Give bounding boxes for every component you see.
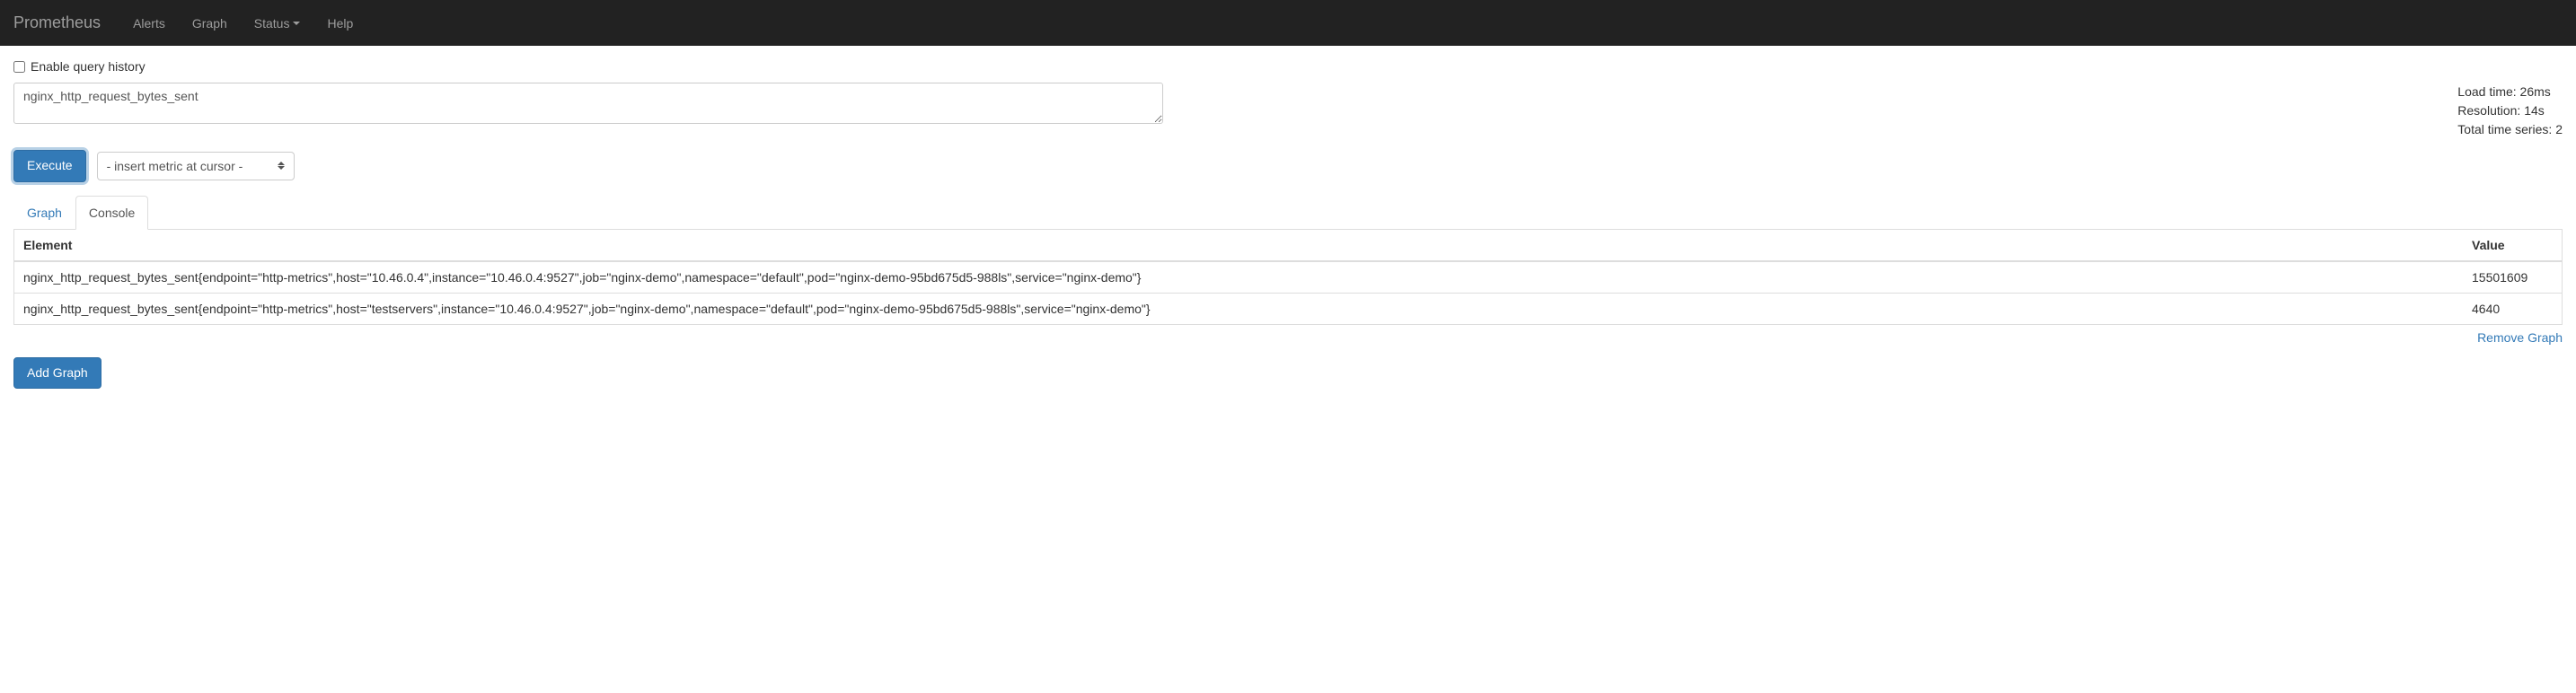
tab-graph[interactable]: Graph (13, 196, 75, 230)
enable-history-checkbox[interactable] (13, 61, 25, 73)
stat-resolution: Resolution: 14s (2457, 101, 2563, 120)
th-element: Element (14, 230, 2463, 261)
footer-row: Remove Graph (13, 325, 2563, 357)
nav-status[interactable]: Status (241, 3, 314, 44)
stat-load-time: Load time: 26ms (2457, 83, 2563, 101)
add-graph-button[interactable]: Add Graph (13, 357, 101, 390)
cell-value: 4640 (2463, 293, 2562, 324)
enable-history-label[interactable]: Enable query history (31, 59, 146, 74)
results-table: Element Value nginx_http_request_bytes_s… (14, 230, 2562, 324)
navbar-nav: Alerts Graph Status Help (119, 3, 366, 44)
results-table-wrap: Element Value nginx_http_request_bytes_s… (13, 230, 2563, 325)
controls-row: Execute - insert metric at cursor - (13, 150, 2563, 182)
tab-console[interactable]: Console (75, 196, 148, 230)
stat-total-series: Total time series: 2 (2457, 120, 2563, 139)
cell-value: 15501609 (2463, 261, 2562, 294)
navbar-brand[interactable]: Prometheus (13, 0, 114, 46)
enable-history-row: Enable query history (13, 59, 2563, 74)
navbar: Prometheus Alerts Graph Status Help (0, 0, 2576, 46)
cell-element: nginx_http_request_bytes_sent{endpoint="… (14, 293, 2463, 324)
caret-down-icon (293, 22, 300, 25)
tabs: Graph Console (13, 196, 2563, 230)
th-value: Value (2463, 230, 2562, 261)
remove-graph-link[interactable]: Remove Graph (2477, 330, 2563, 345)
table-row: nginx_http_request_bytes_sent{endpoint="… (14, 293, 2562, 324)
metric-select[interactable]: - insert metric at cursor - (97, 152, 295, 180)
main-container: Enable query history Load time: 26ms Res… (0, 46, 2576, 402)
query-stats: Load time: 26ms Resolution: 14s Total ti… (2457, 83, 2563, 139)
query-input[interactable] (13, 83, 1163, 124)
table-row: nginx_http_request_bytes_sent{endpoint="… (14, 261, 2562, 294)
nav-alerts[interactable]: Alerts (119, 3, 179, 44)
nav-help[interactable]: Help (313, 3, 366, 44)
query-row: Load time: 26ms Resolution: 14s Total ti… (13, 83, 2563, 139)
cell-element: nginx_http_request_bytes_sent{endpoint="… (14, 261, 2463, 294)
execute-button[interactable]: Execute (13, 150, 86, 182)
select-arrows-icon (278, 162, 285, 170)
nav-status-label: Status (254, 16, 290, 31)
metric-select-label: - insert metric at cursor - (107, 159, 243, 173)
nav-graph[interactable]: Graph (179, 3, 241, 44)
